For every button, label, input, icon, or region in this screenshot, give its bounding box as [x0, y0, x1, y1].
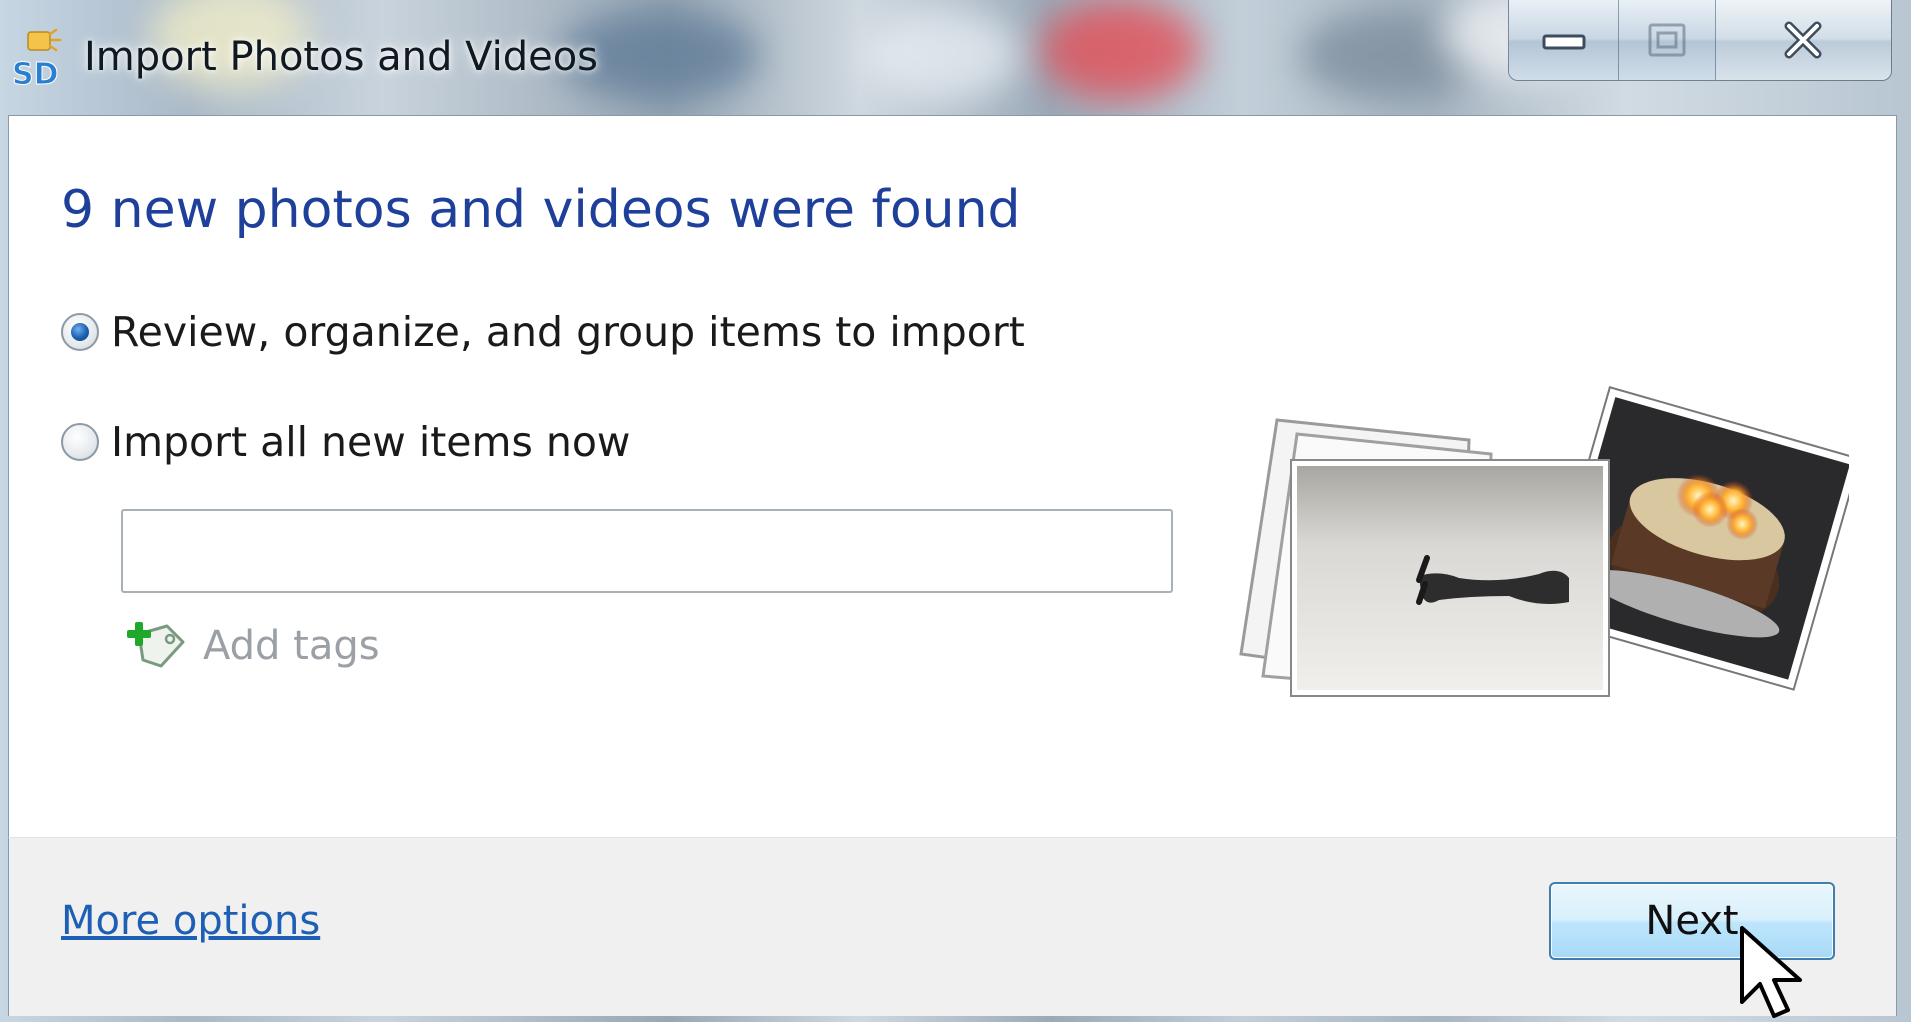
option-import-all-label: Import all new items now — [111, 418, 631, 466]
option-review[interactable]: Review, organize, and group items to imp… — [61, 308, 1025, 356]
close-button[interactable] — [1715, 0, 1891, 80]
footer-bar: More options Next — [8, 837, 1897, 1016]
close-icon — [1784, 21, 1822, 59]
add-tags-label: Add tags — [203, 623, 380, 669]
content-area: 9 new photos and videos were found Revie… — [8, 115, 1897, 839]
photo-stack-illustration — [1239, 385, 1849, 697]
caption-buttons — [1508, 0, 1892, 81]
page-heading: 9 new photos and videos were found — [61, 180, 1021, 240]
maximize-icon — [1648, 23, 1686, 57]
room-photo — [1290, 459, 1610, 697]
tag-add-icon — [127, 622, 185, 668]
title-bar[interactable]: SD Import Photos and Videos — [0, 0, 1911, 115]
minimize-button[interactable] — [1509, 0, 1620, 80]
maximize-button[interactable] — [1619, 0, 1716, 80]
more-options-link[interactable]: More options — [61, 898, 320, 944]
option-review-label: Review, organize, and group items to imp… — [111, 308, 1025, 356]
radio-review[interactable] — [61, 313, 99, 351]
next-button[interactable]: Next — [1549, 882, 1835, 960]
add-tags-button[interactable]: Add tags — [127, 620, 380, 672]
tags-input[interactable] — [121, 509, 1173, 593]
window-title: Import Photos and Videos — [84, 34, 599, 80]
app-icon: SD — [12, 28, 62, 90]
import-window: SD Import Photos and Videos 9 new photos… — [0, 0, 1911, 1022]
minimize-icon — [1542, 34, 1586, 50]
svg-text:SD: SD — [12, 57, 59, 90]
option-import-all[interactable]: Import all new items now — [61, 418, 630, 466]
radio-import-all[interactable] — [61, 423, 99, 461]
